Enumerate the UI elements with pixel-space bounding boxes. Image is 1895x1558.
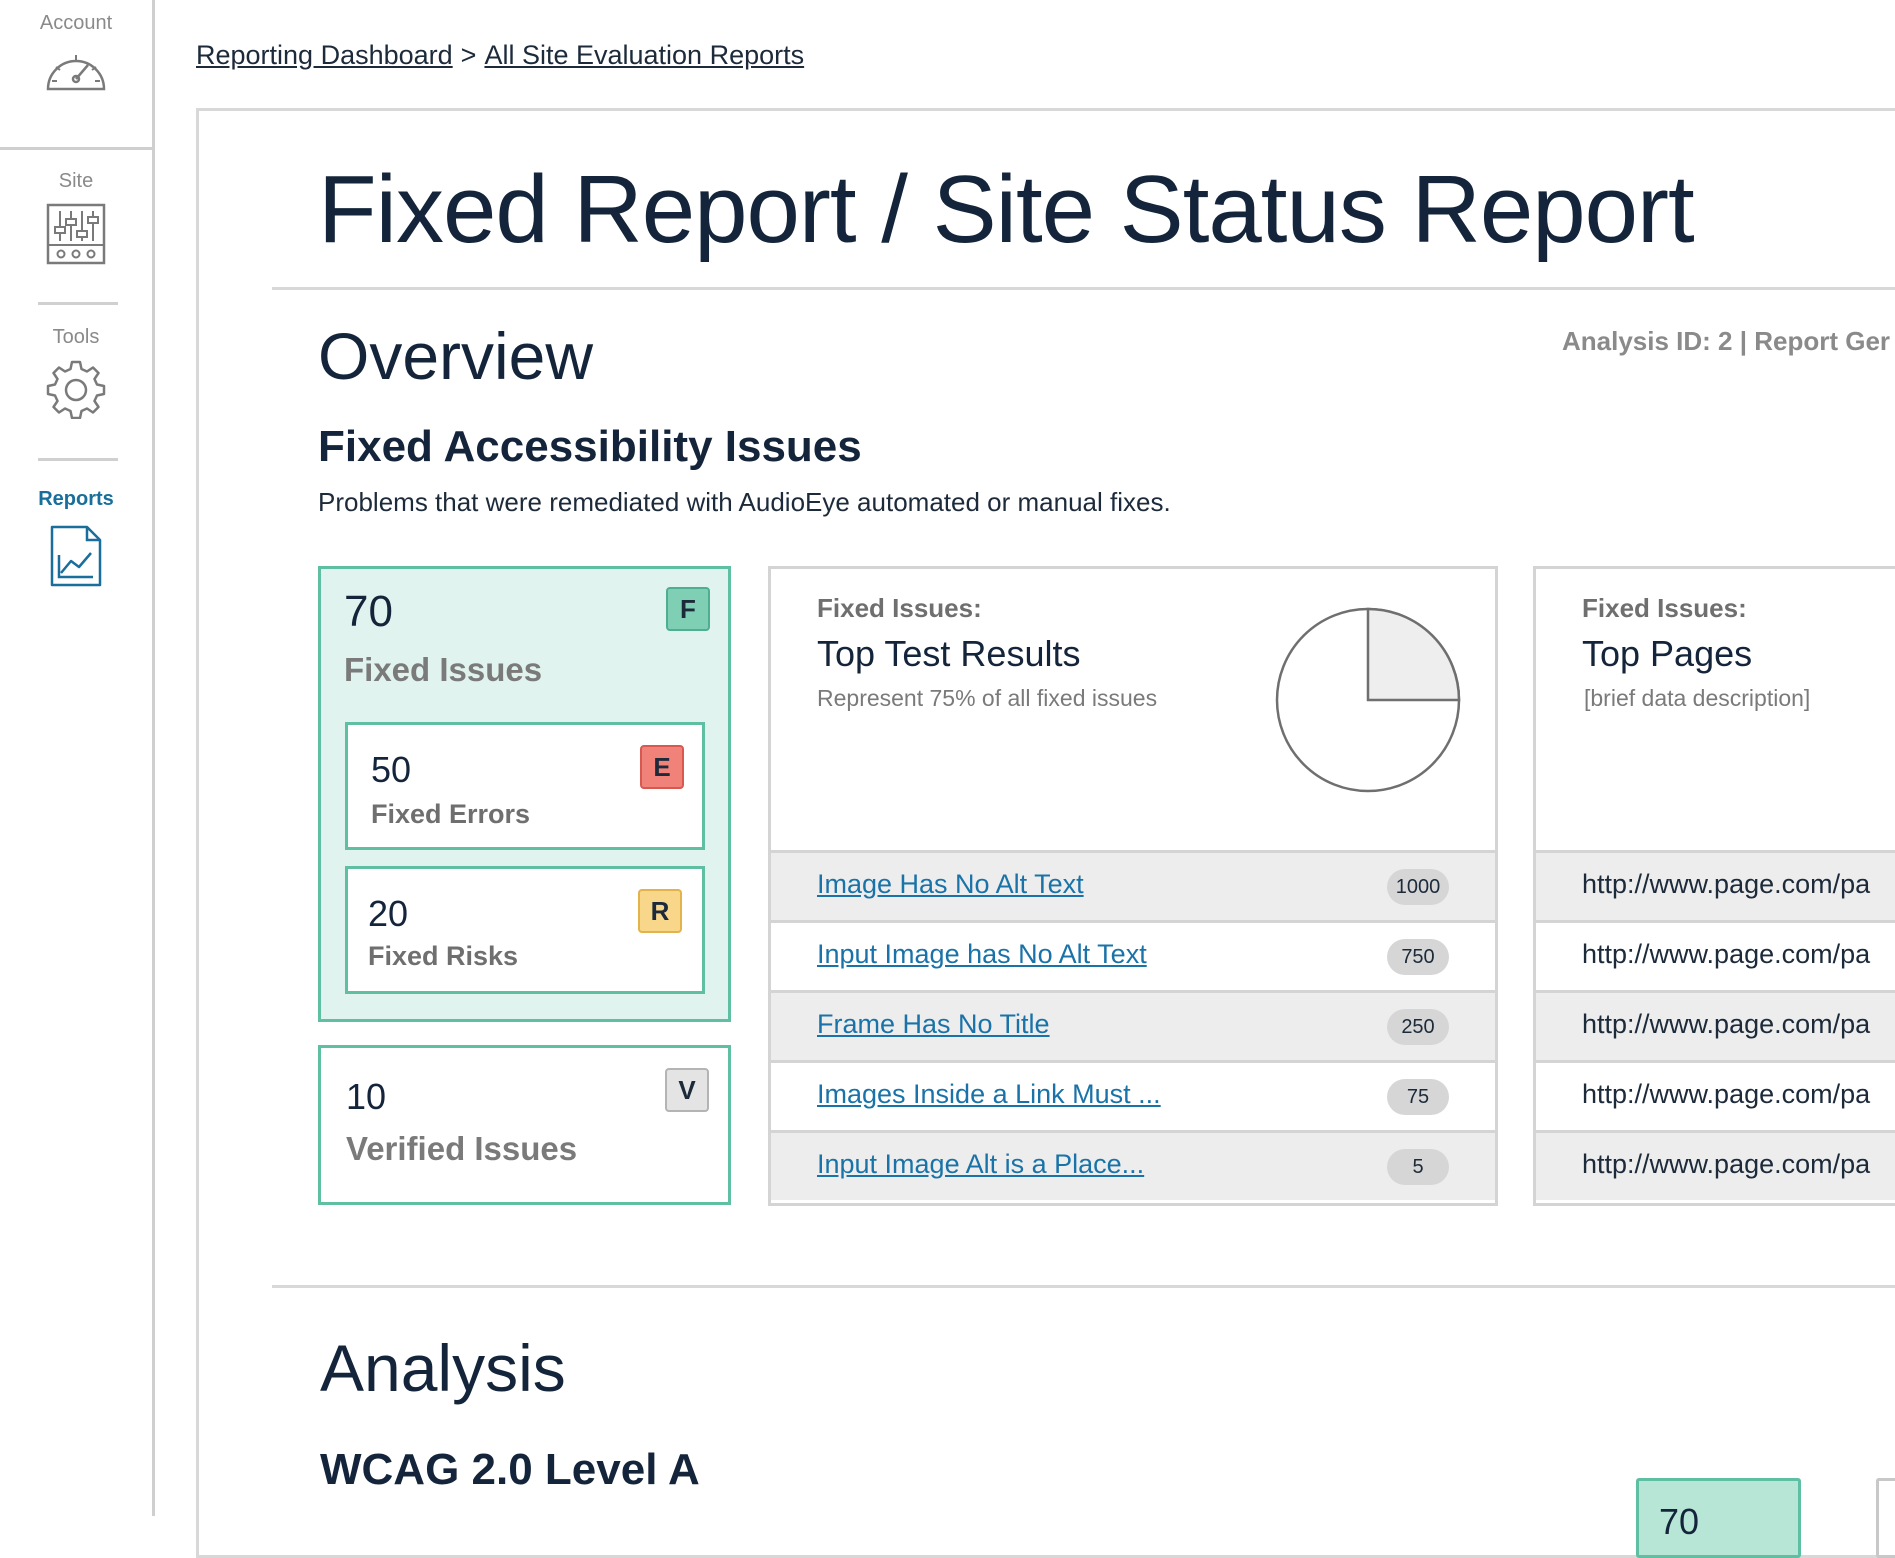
fixed-badge: F [666,587,710,631]
top-test-results-panel: Fixed Issues: Top Test Results Represent… [768,566,1498,1206]
verified-issues-label: Verified Issues [346,1130,578,1167]
panel-kicker: Fixed Issues: [1582,593,1747,623]
page-url: http://www.page.com/pa [1582,1149,1871,1179]
test-result-link[interactable]: Images Inside a Link Must ... [817,1079,1161,1110]
fixed-issues-subtitle: Problems that were remediated with Audio… [318,487,1171,517]
error-badge: E [640,745,684,789]
list-item: Input Image Alt is a Place... 5 [771,1130,1495,1200]
fixed-risks-count: 20 [368,893,409,934]
fixed-issues-heading: Fixed Accessibility Issues [318,422,862,471]
list-item: Image Has No Alt Text 1000 [771,850,1495,920]
gauge-icon [46,55,106,91]
fixed-errors-count: 50 [371,749,412,790]
page-url: http://www.page.com/pa [1582,1009,1871,1039]
list-item: http://www.page.com/pa [1536,990,1895,1060]
report-chart-icon [50,525,102,587]
gear-icon [46,360,106,419]
fixed-issues-label: Fixed Issues [344,651,543,688]
top-test-results-list: Image Has No Alt Text 1000 Input Image h… [771,850,1495,1200]
test-result-link[interactable]: Frame Has No Title [817,1009,1050,1040]
list-item: http://www.page.com/pa [1536,1130,1895,1200]
page-url: http://www.page.com/pa [1582,1079,1871,1109]
verified-issues-count: 10 [346,1076,387,1117]
fixed-risks-card[interactable]: 20 Fixed Risks R [345,866,705,994]
count-badge: 1000 [1387,869,1449,905]
sidebar-item-label: Tools [52,326,100,348]
list-item: http://www.page.com/pa [1536,850,1895,920]
panel-description: [brief data description] [1584,685,1811,711]
analysis-divider [272,1285,1895,1288]
list-item: Images Inside a Link Must ... 75 [771,1060,1495,1130]
test-result-link[interactable]: Input Image Alt is a Place... [817,1149,1144,1180]
verified-badge: V [665,1068,709,1112]
count-badge: 250 [1387,1009,1449,1045]
test-result-link[interactable]: Input Image has No Alt Text [817,939,1147,970]
test-result-link[interactable]: Image Has No Alt Text [817,869,1084,900]
pie-chart [1275,607,1461,793]
page-url: http://www.page.com/pa [1582,869,1871,899]
analysis-heading: Analysis [320,1331,566,1405]
panel-description: Represent 75% of all fixed issues [817,685,1158,711]
panel-kicker: Fixed Issues: [817,593,982,623]
sidebar-item-label: Site [58,170,94,192]
analysis-card-value: 70 [1659,1501,1700,1542]
fixed-issues-count: 70 [344,587,393,636]
breadcrumb-link-reporting-dashboard[interactable]: Reporting Dashboard [196,40,453,70]
panel-heading: Top Pages [1582,633,1753,674]
fixed-risks-label: Fixed Risks [368,941,519,971]
sidebar-divider [38,458,118,461]
list-item: http://www.page.com/pa [1536,920,1895,990]
list-item: Input Image has No Alt Text 750 [771,920,1495,990]
sidebar-item-tools[interactable]: Tools [0,326,152,419]
sidebar-item-reports[interactable]: Reports [0,488,152,587]
breadcrumb-link-all-site-evaluation-reports[interactable]: All Site Evaluation Reports [484,40,804,70]
page-title: Fixed Report / Site Status Report [318,156,1695,263]
title-divider [272,287,1895,290]
sidebar-divider [38,302,118,305]
breadcrumb: Reporting Dashboard > All Site Evaluation … [196,40,804,71]
sidebar-item-account[interactable]: Account [0,12,152,93]
analysis-meta: Analysis ID: 2 | Report Ger [1562,326,1891,356]
sliders-icon [46,203,106,265]
wcag-level-heading: WCAG 2.0 Level A [320,1445,700,1494]
top-pages-list: http://www.page.com/pa http://www.page.c… [1536,850,1895,1200]
verified-issues-card[interactable]: 10 Verified Issues V [318,1045,731,1205]
count-badge: 75 [1387,1079,1449,1115]
fixed-errors-card[interactable]: 50 Fixed Errors E [345,722,705,850]
sidebar: Account Site Tools Reports [0,0,155,1516]
count-badge: 750 [1387,939,1449,975]
list-item: Frame Has No Title 250 [771,990,1495,1060]
fixed-errors-label: Fixed Errors [371,799,531,829]
panel-heading: Top Test Results [817,633,1081,674]
sidebar-item-label: Account [39,12,113,34]
sidebar-item-label: Reports [38,488,114,510]
analysis-secondary-card[interactable] [1876,1478,1895,1558]
list-item: http://www.page.com/pa [1536,1060,1895,1130]
overview-heading: Overview [318,319,594,393]
sidebar-item-site[interactable]: Site [0,170,152,265]
count-badge: 5 [1387,1149,1449,1185]
breadcrumb-separator: > [460,40,477,70]
page-url: http://www.page.com/pa [1582,939,1871,969]
top-pages-panel: Fixed Issues: Top Pages [brief data desc… [1533,566,1895,1206]
analysis-summary-card[interactable]: 70 [1636,1478,1801,1558]
pie-slice-top-tests [1366,607,1461,702]
risk-badge: R [638,889,682,933]
